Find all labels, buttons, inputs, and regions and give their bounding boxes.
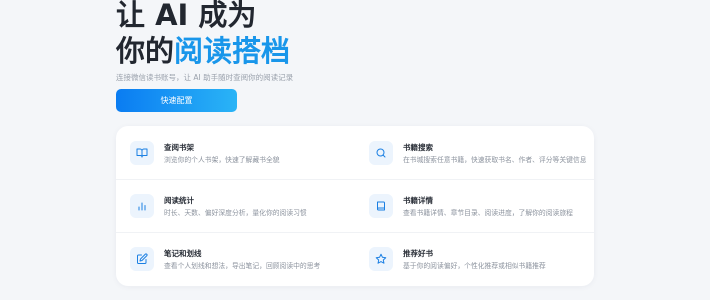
edit-icon [130,247,154,271]
feature-description: 在书城搜索任意书籍，快速获取书名、作者、评分等关键信息 [403,156,587,164]
feature-title: 笔记和划线 [164,249,202,258]
feature-description: 基于你的阅读偏好，个性化推荐或相似书籍推荐 [403,262,546,270]
hero-title-prefix: 你的 [116,34,175,68]
hero-title-line-2: 你的阅读搭档 [116,33,290,69]
feature-recommend-books[interactable]: 推荐好书 基于你的阅读偏好，个性化推荐或相似书籍推荐 [369,247,594,287]
search-icon [369,141,393,165]
hero-subtitle: 连接微信读书账号，让 AI 助手随时查阅你的阅读记录 [116,73,294,82]
feature-title: 推荐好书 [403,249,433,258]
feature-book-details[interactable]: 书籍详情 查看书籍详情、章节目录、阅读进度，了解你的阅读旅程 [369,194,594,234]
feature-title: 查阅书架 [164,143,194,152]
feature-notes-highlights[interactable]: 笔记和划线 查看个人划线和想法，导出笔记，回顾阅读中的思考 [130,247,355,287]
feature-book-search[interactable]: 书籍搜索 在书城搜索任意书籍，快速获取书名、作者、评分等关键信息 [369,141,594,181]
feature-description: 查看书籍详情、章节目录、阅读进度，了解你的阅读旅程 [403,209,573,217]
star-icon [369,247,393,271]
hero-title-line-1: 让 AI 成为 [116,0,257,32]
feature-title: 书籍搜索 [403,143,433,152]
features-card: 查阅书架 浏览你的个人书架，快速了解藏书全貌 书籍搜索 在书城搜索任意书籍，快速… [116,126,594,286]
feature-title: 阅读统计 [164,196,194,205]
book-icon [369,194,393,218]
feature-description: 时长、天数、偏好深度分析，量化你的阅读习惯 [164,209,307,217]
quick-setup-button[interactable]: 快速配置 [116,89,237,112]
hero-title-highlight: 阅读搭档 [174,34,291,68]
feature-title: 书籍详情 [403,196,433,205]
feature-description: 查看个人划线和想法，导出笔记，回顾阅读中的思考 [164,262,321,270]
book-open-icon [130,141,154,165]
feature-bookshelf[interactable]: 查阅书架 浏览你的个人书架，快速了解藏书全貌 [130,141,355,181]
bar-chart-icon [130,194,154,218]
feature-reading-stats[interactable]: 阅读统计 时长、天数、偏好深度分析，量化你的阅读习惯 [130,194,355,234]
feature-description: 浏览你的个人书架，快速了解藏书全貌 [164,156,280,164]
